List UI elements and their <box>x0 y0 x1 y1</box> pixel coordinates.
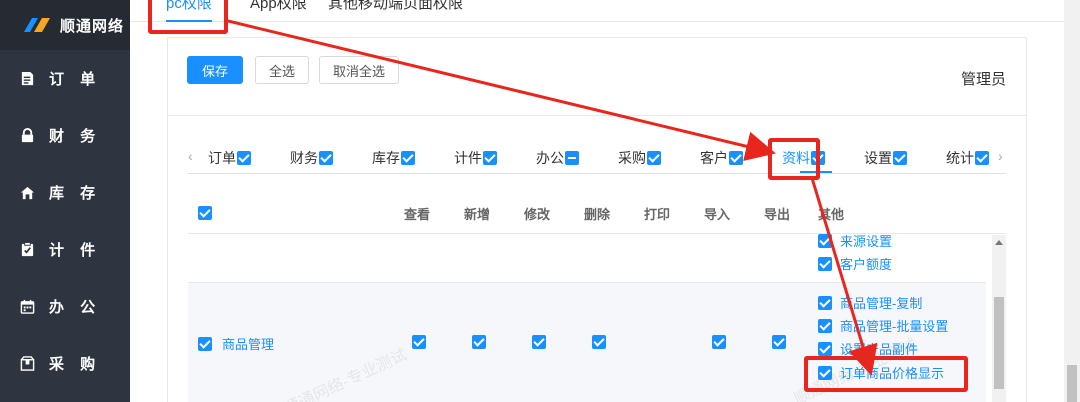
sidebar-item-inventory[interactable]: 库 存 <box>0 164 130 221</box>
permission-card: 保存 全选 取消全选 管理员 ‹ 订单 财务 库存 计件 办公 采购 客户 资料… <box>167 37 1027 402</box>
table-scrollbar[interactable] <box>992 235 1006 402</box>
permission-item[interactable]: 商品管理-批量设置 <box>818 316 948 335</box>
save-button[interactable]: 保存 <box>187 56 243 84</box>
chevron-left-icon[interactable]: ‹ <box>188 148 193 164</box>
edit-checkbox[interactable] <box>532 335 546 349</box>
sidebar-item-label: 办 公 <box>49 299 102 316</box>
home-icon <box>20 186 35 200</box>
sidebar: 顺通网络 订 单 财 务 库 存 计 件 办 公 采 购 <box>0 0 130 402</box>
tab-checkbox[interactable] <box>483 151 497 165</box>
tab-office[interactable]: 办公 <box>536 148 579 168</box>
sidebar-item-label: 采 购 <box>49 356 102 373</box>
permission-tabs: pc权限 App权限 其他移动端页面权限 <box>130 0 1064 22</box>
main-content: pc权限 App权限 其他移动端页面权限 保存 全选 取消全选 管理员 ‹ 订单… <box>130 0 1064 402</box>
tab-finance[interactable]: 财务 <box>290 148 333 168</box>
column-header: 查看 <box>404 207 431 222</box>
clipboard-icon <box>21 242 34 257</box>
tab-checkbox[interactable] <box>319 151 333 165</box>
delete-checkbox[interactable] <box>592 335 606 349</box>
logo-text: 顺通网络 <box>60 17 125 35</box>
tab-order[interactable]: 订单 <box>208 148 251 168</box>
column-header: 导入 <box>704 207 731 222</box>
permission-checkbox[interactable] <box>818 318 832 333</box>
tab-checkbox[interactable] <box>647 151 661 165</box>
scroll-up-arrow-icon[interactable] <box>995 240 1003 245</box>
sidebar-item-piecework[interactable]: 计 件 <box>0 221 130 278</box>
select-all-button[interactable]: 全选 <box>255 56 309 84</box>
import-checkbox[interactable] <box>712 335 726 349</box>
tab-checkbox[interactable] <box>237 151 251 165</box>
permission-checkbox[interactable] <box>818 256 832 271</box>
highlight-box-pc-tab <box>148 0 228 34</box>
permission-checkbox[interactable] <box>818 295 832 310</box>
row-checkbox[interactable] <box>198 336 212 351</box>
sidebar-item-label: 财 务 <box>49 128 102 145</box>
sidebar-item-label: 库 存 <box>49 185 102 202</box>
toolbar: 保存 全选 取消全选 管理员 <box>168 38 1026 116</box>
table-header: 查看 新增 修改 删除 打印 导入 导出 其他 <box>188 194 1006 234</box>
column-header: 其他 <box>818 207 845 222</box>
permission-item[interactable]: 来源设置 <box>818 231 892 250</box>
column-header: 打印 <box>644 207 671 222</box>
logo: 顺通网络 <box>0 0 130 50</box>
tab-checkbox[interactable] <box>893 151 907 165</box>
permission-item[interactable]: 客户额度 <box>818 254 892 273</box>
column-header: 导出 <box>764 207 791 222</box>
export-checkbox[interactable] <box>772 335 786 349</box>
tab-customer[interactable]: 客户 <box>700 148 743 168</box>
tab-checkbox[interactable] <box>565 151 579 165</box>
role-name: 管理员 <box>960 71 1006 88</box>
highlight-box-data-tab <box>768 138 820 180</box>
tab-statistics[interactable]: 统计 <box>946 148 989 168</box>
view-checkbox[interactable] <box>412 335 426 349</box>
highlight-box-price-display <box>804 356 968 392</box>
sidebar-item-label: 订 单 <box>49 71 102 88</box>
tab-settings[interactable]: 设置 <box>864 148 907 168</box>
table-row: 来源设置 客户额度 <box>188 233 986 283</box>
tab-checkbox[interactable] <box>975 151 989 165</box>
tab-piecework[interactable]: 计件 <box>454 148 497 168</box>
sidebar-item-office[interactable]: 办 公 <box>0 278 130 335</box>
select-all-checkbox[interactable] <box>198 206 212 220</box>
lock-icon <box>21 128 34 143</box>
package-icon <box>20 356 35 371</box>
column-header: 修改 <box>524 207 551 222</box>
permission-checkbox[interactable] <box>818 341 832 356</box>
sidebar-item-order[interactable]: 订 单 <box>0 50 130 107</box>
scroll-thumb[interactable] <box>994 297 1004 389</box>
permission-checkbox[interactable] <box>818 233 832 248</box>
tab-app-permission[interactable]: App权限 <box>250 0 307 13</box>
tab-mobile-page-permission[interactable]: 其他移动端页面权限 <box>328 0 463 13</box>
sidebar-item-label: 计 件 <box>49 242 102 259</box>
add-checkbox[interactable] <box>472 335 486 349</box>
tab-inventory[interactable]: 库存 <box>372 148 415 168</box>
sidebar-item-finance[interactable]: 财 务 <box>0 107 130 164</box>
chevron-right-icon[interactable]: › <box>998 148 1003 164</box>
document-icon <box>21 71 34 86</box>
permission-item[interactable]: 商品管理-复制 <box>818 293 922 312</box>
tab-checkbox[interactable] <box>729 151 743 165</box>
column-header: 新增 <box>464 207 491 222</box>
tab-purchase[interactable]: 采购 <box>618 148 661 168</box>
page-scroll-thumb[interactable] <box>1067 365 1077 402</box>
tab-checkbox[interactable] <box>401 151 415 165</box>
category-tabs: ‹ 订单 财务 库存 计件 办公 采购 客户 资料 设置 统计 › <box>188 138 1006 174</box>
logo-icon <box>24 18 50 32</box>
calendar-icon <box>20 299 35 314</box>
sidebar-item-purchase[interactable]: 采 购 <box>0 335 130 392</box>
row-name[interactable]: 商品管理 <box>198 334 274 353</box>
deselect-all-button[interactable]: 取消全选 <box>319 56 399 84</box>
column-header: 删除 <box>584 207 611 222</box>
page-scrollbar[interactable] <box>1064 0 1080 402</box>
